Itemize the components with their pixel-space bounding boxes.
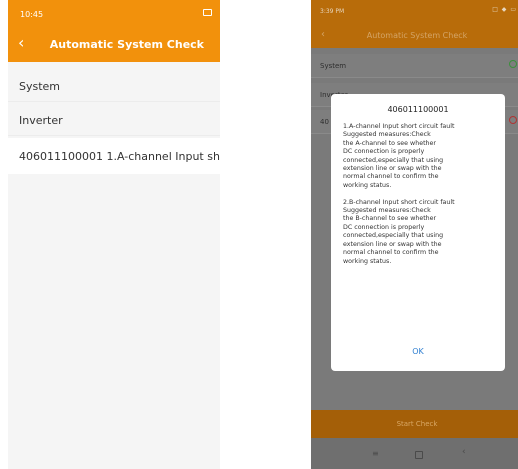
left-screen: 10:45 ‹ Automatic System Check System In…	[8, 0, 220, 469]
list-item-label: System	[320, 62, 347, 70]
fault-row-text: 406011100001 1.A-channel Input shor	[19, 150, 220, 163]
status-time: 10:45	[20, 10, 44, 19]
home-icon[interactable]	[415, 451, 423, 459]
ok-status-icon	[509, 60, 517, 68]
nav-back-icon[interactable]: ‹	[462, 447, 466, 457]
fault-row-text: 40	[320, 118, 329, 126]
fault-dialog: 406011100001 1.A-channel Input short cir…	[331, 94, 505, 371]
app-header: 10:45 ‹ Automatic System Check	[8, 0, 220, 62]
back-arrow-icon[interactable]: ‹	[18, 35, 24, 51]
list-item-inverter[interactable]: Inverter	[8, 104, 220, 136]
list-item-label: Inverter	[19, 114, 63, 127]
ok-button[interactable]: OK	[331, 347, 505, 356]
page-title: Automatic System Check	[49, 38, 204, 51]
system-nav-bar: ≡ ‹	[311, 438, 518, 469]
status-icons: □ ◆ ▭	[492, 6, 517, 13]
status-time: 3:39 PM	[320, 8, 345, 15]
list-item-system[interactable]: System	[8, 70, 220, 102]
battery-icon	[203, 9, 212, 16]
app-header: 3:39 PM □ ◆ ▭ ‹ Automatic System Check	[311, 0, 518, 48]
menu-icon[interactable]: ≡	[372, 449, 379, 458]
fault-row[interactable]: 406011100001 1.A-channel Input shor	[8, 138, 220, 174]
start-check-button[interactable]: Start Check	[311, 410, 518, 438]
start-check-label: Start Check	[396, 420, 438, 428]
list-item-label: System	[19, 80, 61, 93]
warning-status-icon	[509, 116, 517, 124]
right-screen: 3:39 PM □ ◆ ▭ ‹ Automatic System Check S…	[311, 0, 518, 469]
page-title: Automatic System Check	[366, 31, 468, 40]
dialog-title: 406011100001	[387, 105, 449, 114]
dialog-message: 1.A-channel Input short circuit fault Su…	[343, 123, 455, 265]
list-item-system[interactable]: System	[311, 54, 518, 78]
